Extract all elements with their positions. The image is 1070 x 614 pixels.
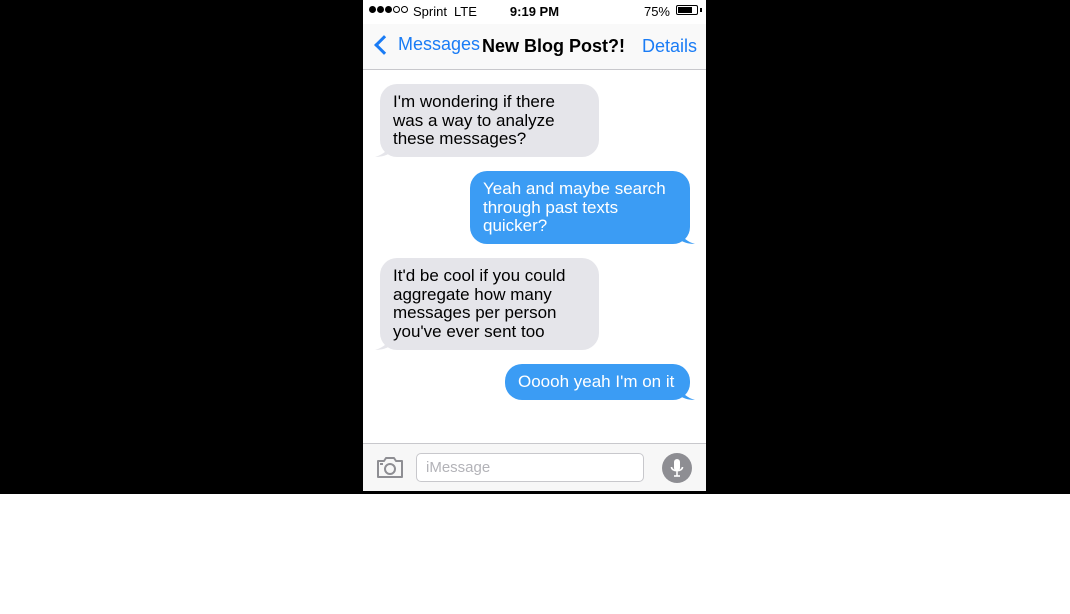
phone-screen: Sprint LTE 9:19 PM 75% Messages New Blog…: [363, 0, 706, 491]
back-button-label: Messages: [398, 34, 481, 54]
imessage-input[interactable]: [416, 453, 644, 482]
status-bar: Sprint LTE 9:19 PM 75%: [363, 0, 706, 24]
battery-level: [678, 7, 692, 13]
message-bubble-incoming[interactable]: It'd be cool if you could aggregate how …: [375, 258, 599, 350]
conversation-title: New Blog Post?!: [482, 36, 625, 56]
message-bubble-outgoing[interactable]: Ooooh yeah I'm on it: [505, 364, 695, 400]
back-button[interactable]: Messages: [371, 34, 480, 55]
battery-tip: [700, 8, 702, 12]
microphone-icon: [670, 459, 684, 477]
message-text: Yeah and maybe search through past texts…: [483, 179, 666, 235]
battery-icon: [676, 5, 698, 15]
message-bubble-outgoing[interactable]: Yeah and maybe search through past texts…: [470, 171, 695, 244]
camera-icon[interactable]: [376, 455, 404, 479]
microphone-button[interactable]: [662, 453, 692, 483]
bubble-tail: [679, 230, 695, 244]
message-input-bar: [363, 443, 706, 491]
message-text: Ooooh yeah I'm on it: [518, 372, 675, 391]
details-button[interactable]: Details: [642, 36, 697, 57]
message-text: It'd be cool if you could aggregate how …: [393, 266, 566, 341]
battery-percent: 75%: [643, 4, 670, 19]
bubble-tail: [375, 336, 391, 350]
bubble-tail: [375, 143, 391, 157]
message-bubble-incoming[interactable]: I'm wondering if there was a way to anal…: [375, 84, 599, 157]
navigation-bar: Messages New Blog Post?! Details: [363, 24, 706, 70]
bubble-tail: [679, 386, 695, 400]
message-text: I'm wondering if there was a way to anal…: [393, 92, 555, 148]
chevron-left-icon: [374, 34, 394, 55]
